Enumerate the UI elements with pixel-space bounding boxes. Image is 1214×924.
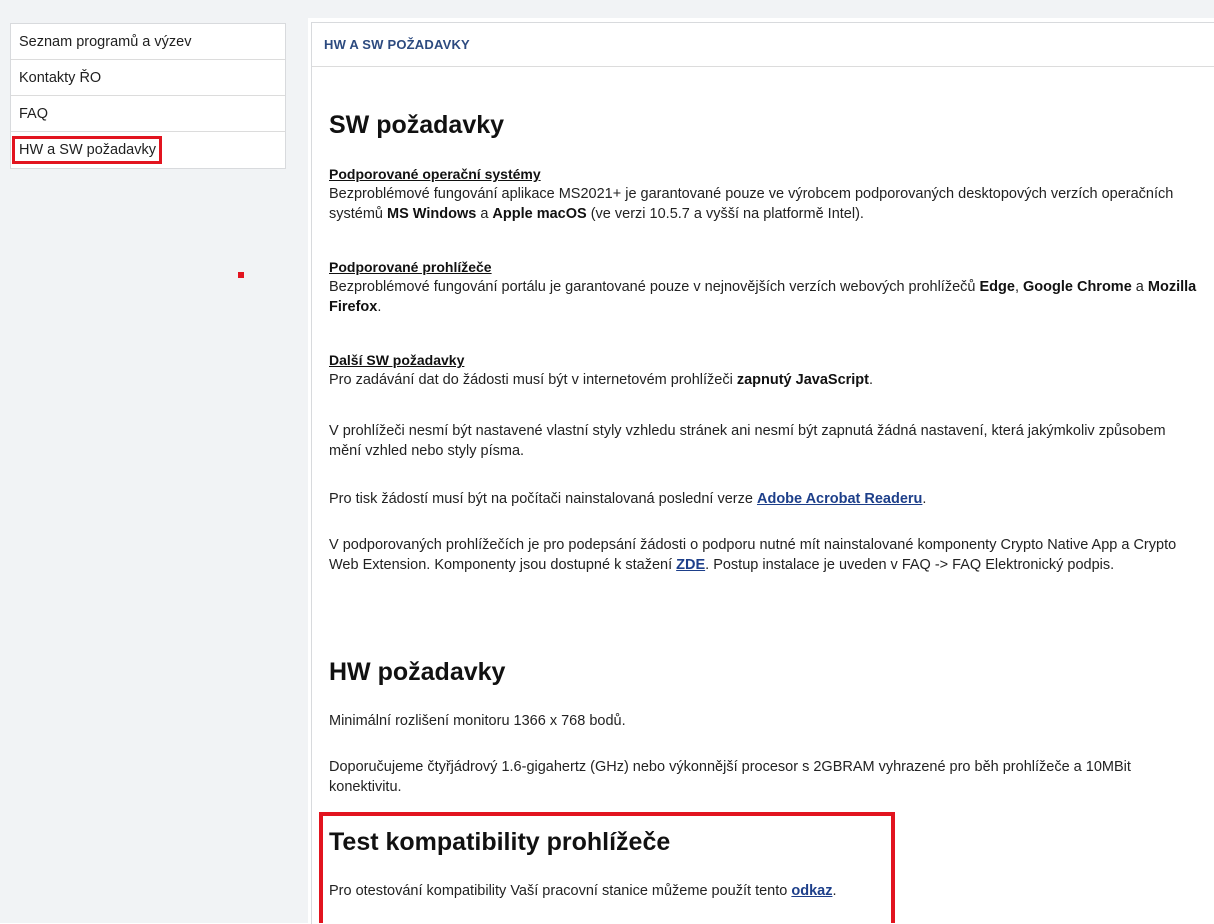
cpu-paragraph: Doporučujeme čtyřjádrový 1.6-gigahertz (… xyxy=(329,759,1131,795)
browsers-paragraph: Podporované prohlížeče Bezproblémové fun… xyxy=(329,258,1199,317)
browser-edge: Edge xyxy=(979,279,1015,295)
os-windows: MS Windows xyxy=(387,206,477,222)
sidebar-item-label: HW a SW požadavky xyxy=(12,136,162,164)
test-highlight-box xyxy=(319,812,895,923)
other-sw-text: Pro zadávání dat do žádosti musí být v i… xyxy=(329,372,737,388)
other-sw-text: . xyxy=(869,372,874,388)
os-paragraph: Podporované operační systémy Bezproblémo… xyxy=(329,165,1199,224)
crypto-text: . Postup instalace je uveden v FAQ -> FA… xyxy=(705,557,1115,573)
os-subheading: Podporované operační systémy xyxy=(329,166,541,182)
os-text: a xyxy=(476,206,493,222)
sidebar-item-label: FAQ xyxy=(19,106,49,122)
browsers-text: . xyxy=(377,299,382,315)
top-band xyxy=(0,0,1214,18)
highlight-marker xyxy=(238,272,244,278)
print-text: . xyxy=(922,491,927,507)
sidebar-item-contacts[interactable]: Kontakty ŘO xyxy=(11,60,285,96)
sidebar-item-programs[interactable]: Seznam programů a výzev xyxy=(11,24,285,60)
sw-heading: SW požadavky xyxy=(329,111,505,139)
javascript-requirement: zapnutý JavaScript xyxy=(736,372,869,388)
content-panel: HW A SW POŽADAVKY SW požadavky Podporova… xyxy=(311,22,1214,924)
sidebar-item-label: Kontakty ŘO xyxy=(19,70,102,86)
browser-chrome: Google Chrome xyxy=(1023,279,1132,295)
print-paragraph: Pro tisk žádostí musí být na počítači na… xyxy=(329,489,1199,509)
hw-heading: HW požadavky xyxy=(329,658,506,686)
download-zde-link[interactable]: ZDE xyxy=(676,557,705,573)
resolution-paragraph: Minimální rozlišení monitoru 1366 x 768 … xyxy=(329,713,626,729)
browsers-text: a xyxy=(1131,279,1148,295)
browsers-text: Bezproblémové fungování portálu je garan… xyxy=(329,279,980,295)
print-text: Pro tisk žádostí musí být na počítači na… xyxy=(329,491,757,507)
sidebar-item-hw-sw-requirements[interactable]: HW a SW požadavky xyxy=(11,132,285,168)
browsers-subheading: Podporované prohlížeče xyxy=(329,259,492,275)
os-text: (ve verzi 10.5.7 a vyšší na platformě In… xyxy=(586,206,864,222)
sidebar-menu: Seznam programů a výzev Kontakty ŘO FAQ … xyxy=(10,23,286,169)
panel-header: HW A SW POŽADAVKY xyxy=(312,23,1214,67)
sidebar-item-faq[interactable]: FAQ xyxy=(11,96,285,132)
browsers-text: , xyxy=(1014,279,1023,295)
other-sw-paragraph: Další SW požadavky Pro zadávání dat do ž… xyxy=(329,351,1199,390)
adobe-reader-link[interactable]: Adobe Acrobat Readeru xyxy=(757,491,922,507)
crypto-paragraph: V podporovaných prohlížečích je pro pode… xyxy=(329,535,1199,575)
styles-paragraph: V prohlížeči nesmí být nastavené vlastní… xyxy=(329,423,1166,459)
os-macos: Apple macOS xyxy=(492,206,587,222)
other-sw-subheading: Další SW požadavky xyxy=(329,352,465,368)
sidebar-item-label: Seznam programů a výzev xyxy=(19,34,192,50)
